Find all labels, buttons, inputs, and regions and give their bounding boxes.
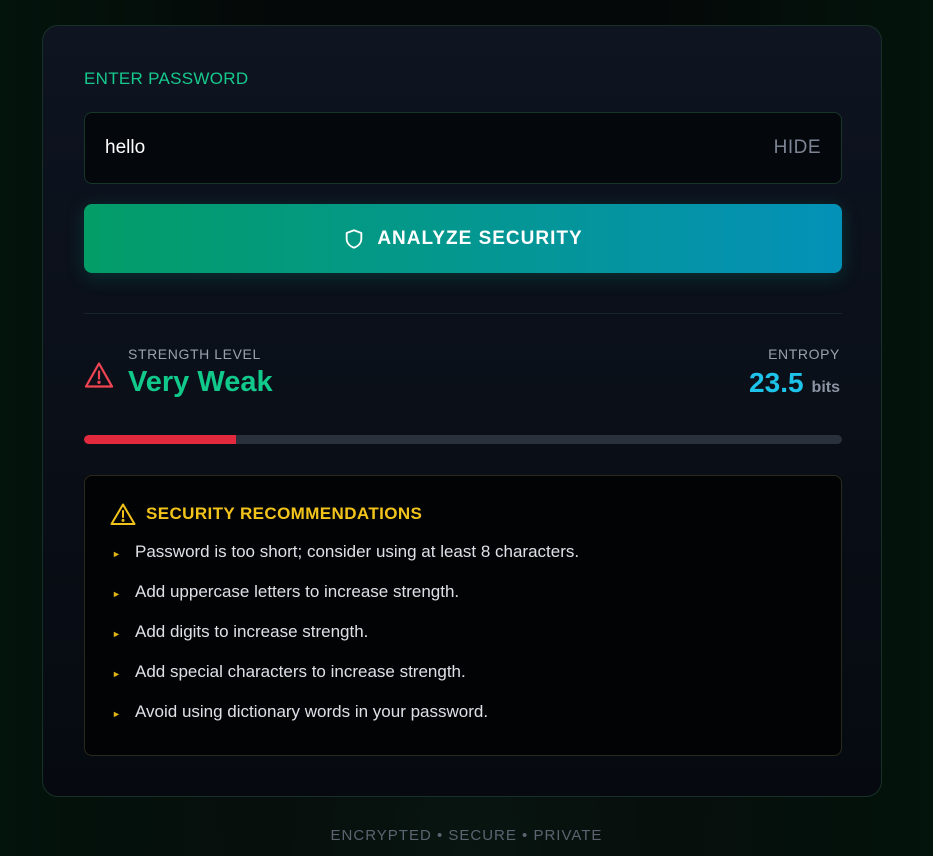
list-item: ► Avoid using dictionary words in your pa… <box>112 702 579 742</box>
entropy-readout: 23.5 bits <box>749 367 840 399</box>
strength-level-value: Very Weak <box>128 366 273 398</box>
list-item: ► Add uppercase letters to increase stren… <box>112 582 579 622</box>
list-item: ► Add digits to increase strength. <box>112 622 579 662</box>
recommendation-text: Add special characters to increase stren… <box>135 662 466 681</box>
strength-meter <box>84 435 842 444</box>
analyze-security-button[interactable]: ANALYZE SECURITY <box>84 204 842 273</box>
recommendations-list: ► Password is too short; consider using a… <box>112 542 579 742</box>
password-analyzer-card: ENTER PASSWORD HIDE ANALYZE SECURITY STR… <box>42 25 882 797</box>
arrow-right-icon: ► <box>112 629 121 639</box>
password-field: HIDE <box>84 112 842 184</box>
hide-toggle-button[interactable]: HIDE <box>774 137 821 159</box>
list-item: ► Add special characters to increase stre… <box>112 662 579 702</box>
analyze-security-label: ANALYZE SECURITY <box>377 227 583 249</box>
strength-meter-fill <box>84 435 236 444</box>
entropy-unit: bits <box>811 379 840 396</box>
recommendation-text: Avoid using dictionary words in your pas… <box>135 702 489 721</box>
arrow-right-icon: ► <box>112 709 121 719</box>
arrow-right-icon: ► <box>112 589 121 599</box>
strength-level-label: STRENGTH LEVEL <box>128 346 261 362</box>
warning-triangle-icon <box>84 361 114 389</box>
recommendations-title: SECURITY RECOMMENDATIONS <box>146 504 423 523</box>
entropy-label: ENTROPY <box>768 346 840 362</box>
arrow-right-icon: ► <box>112 549 121 559</box>
recommendation-text: Add digits to increase strength. <box>135 622 369 641</box>
warning-triangle-icon <box>110 502 136 526</box>
arrow-right-icon: ► <box>112 669 121 679</box>
recommendations-header: SECURITY RECOMMENDATIONS <box>110 502 422 526</box>
security-recommendations-panel: SECURITY RECOMMENDATIONS ► Password is to… <box>84 475 842 756</box>
footer-tagline: ENCRYPTED • SECURE • PRIVATE <box>330 827 603 844</box>
divider <box>84 313 842 314</box>
recommendation-text: Add uppercase letters to increase streng… <box>135 582 460 601</box>
entropy-value: 23.5 <box>749 367 804 398</box>
password-field-label: ENTER PASSWORD <box>84 69 249 88</box>
shield-icon <box>343 227 365 251</box>
recommendation-text: Password is too short; consider using at… <box>135 542 580 561</box>
password-input[interactable] <box>105 113 705 183</box>
list-item: ► Password is too short; consider using a… <box>112 542 579 582</box>
